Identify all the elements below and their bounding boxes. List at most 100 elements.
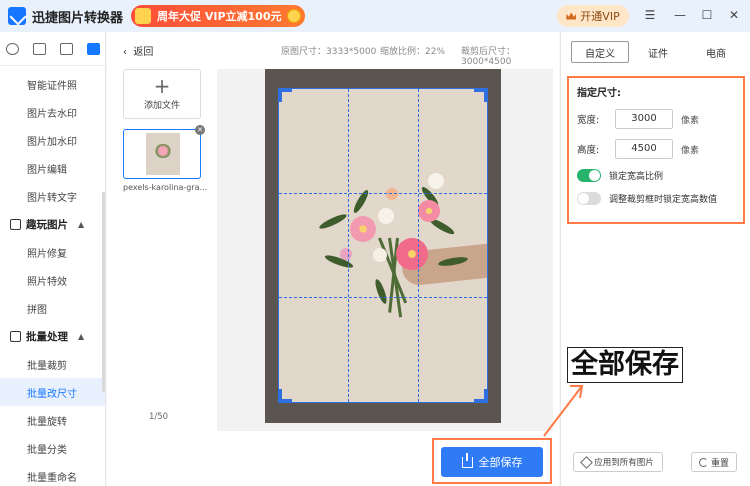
back-button[interactable]: ‹ 返回	[123, 43, 153, 58]
crown-icon	[566, 12, 577, 20]
sidebar-item-image-edit[interactable]: 图片编辑	[0, 154, 105, 182]
grid-line	[348, 89, 350, 402]
cube-icon	[580, 455, 594, 469]
app-logo-icon	[8, 7, 26, 25]
sidebar-item-add-watermark[interactable]: 图片加水印	[0, 126, 105, 154]
image-tab-icon[interactable]	[60, 42, 73, 55]
width-label: 宽度:	[577, 115, 600, 126]
tab-ecommerce[interactable]: 电商	[687, 41, 745, 63]
close-icon[interactable]: ✕	[727, 8, 741, 22]
scale-ratio: 缩放比例：22%	[380, 47, 446, 57]
crop-handle-bottom-right[interactable]	[474, 389, 488, 403]
save-all-highlight: 全部保存	[432, 438, 552, 484]
sidebar-section-batch[interactable]: 批量处理 ▲	[0, 322, 105, 350]
add-file-button[interactable]: + 添加文件	[123, 69, 201, 119]
info-bar: ‹ 返回 原图尺寸：3333*5000 缩放比例：22% 裁剪后尺寸：3000*…	[107, 32, 559, 67]
sidebar-item-collage[interactable]: 拼图	[0, 294, 105, 322]
sidebar-item-photo-effects[interactable]: 照片特效	[0, 266, 105, 294]
crop-handle-top-right[interactable]	[474, 88, 488, 102]
lock-ratio-label: 锁定宽高比例	[609, 172, 664, 182]
save-all-label: 全部保存	[478, 456, 523, 469]
sidebar-tabs	[0, 32, 105, 66]
page-indicator: 1/50	[149, 412, 169, 422]
vip-button-label: 开通VIP	[580, 10, 620, 23]
sidebar-item-image-to-text[interactable]: 图片转文字	[0, 182, 105, 210]
plus-icon: +	[153, 74, 171, 98]
coin-icon	[287, 9, 302, 23]
apply-to-all-button[interactable]: 应用到所有图片	[573, 452, 663, 472]
batch-icon	[10, 330, 21, 342]
sidebar-item-batch-rotate[interactable]: 批量旋转	[0, 406, 105, 434]
edit-tab-icon[interactable]	[33, 42, 46, 55]
lock-values-label: 调整裁剪框时锁定宽高数值	[609, 195, 718, 205]
sidebar-section-fun-label: 趣玩图片	[26, 218, 68, 231]
apply-to-all-label: 应用到所有图片	[594, 458, 654, 468]
title-bar: 迅捷图片转换器 周年大促 VIP立减100元 开通VIP ☰ — ☐ ✕	[0, 0, 750, 32]
height-label: 高度:	[577, 145, 600, 156]
preview-canvas	[217, 69, 553, 431]
sidebar-item-remove-watermark[interactable]: 图片去水印	[0, 98, 105, 126]
back-label: 返回	[133, 47, 154, 58]
lock-ratio-switch[interactable]	[577, 169, 601, 182]
sidebar-item-batch-crop[interactable]: 批量裁剪	[0, 350, 105, 378]
tab-custom[interactable]: 自定义	[571, 41, 629, 63]
convert-tab-icon[interactable]	[6, 42, 19, 55]
sidebar: 智能证件照 图片去水印 图片加水印 图片编辑 图片转文字 趣玩图片 ▲ 照片修复…	[0, 32, 106, 486]
annotation-arrow-icon	[543, 385, 584, 437]
height-input[interactable]: 4500	[615, 139, 673, 159]
grid-line	[279, 193, 487, 195]
crop-handle-bottom-left[interactable]	[278, 389, 292, 403]
download-icon	[461, 452, 473, 468]
promo-text: 周年大促 VIP立减100元	[157, 10, 282, 23]
sidebar-item-batch-classify[interactable]: 批量分类	[0, 434, 105, 462]
width-input[interactable]: 3000	[615, 109, 673, 129]
save-all-button[interactable]: 全部保存	[441, 447, 543, 477]
size-title: 指定尺寸:	[577, 88, 621, 99]
grid-line	[279, 297, 487, 299]
grid-line	[417, 89, 419, 402]
original-size: 原图尺寸：3333*5000	[281, 47, 377, 57]
reset-label: 重置	[710, 458, 729, 469]
height-row: 高度: 4500 像素	[577, 139, 735, 159]
height-unit: 像素	[681, 145, 700, 156]
reset-button[interactable]: 重置	[691, 452, 737, 472]
lock-values-switch[interactable]	[577, 192, 601, 205]
minimize-icon[interactable]: —	[673, 8, 687, 22]
main-area: ‹ 返回 原图尺寸：3333*5000 缩放比例：22% 裁剪后尺寸：3000*…	[107, 32, 559, 486]
sidebar-section-batch-label: 批量处理	[26, 330, 68, 343]
lock-values-row: 调整裁剪框时锁定宽高数值	[577, 192, 735, 205]
tools-tab-icon[interactable]	[87, 42, 100, 55]
tab-id[interactable]: 证件	[629, 41, 687, 63]
sidebar-item-id-photo[interactable]: 智能证件照	[0, 70, 105, 98]
add-file-label: 添加文件	[143, 101, 180, 111]
vip-button[interactable]: 开通VIP	[557, 5, 629, 27]
remove-file-icon[interactable]: ✕	[195, 125, 205, 135]
sidebar-item-photo-repair[interactable]: 照片修复	[0, 238, 105, 266]
cropped-size: 裁剪后尺寸：3000*4500	[461, 47, 516, 67]
gift-icon	[135, 8, 152, 24]
sidebar-scrollbar[interactable]	[102, 192, 105, 392]
lock-ratio-row: 锁定宽高比例	[577, 169, 735, 182]
width-unit: 像素	[681, 115, 700, 126]
thumbnail-bouquet	[154, 144, 172, 158]
menu-icon[interactable]: ☰	[643, 8, 657, 22]
maximize-icon[interactable]: ☐	[700, 8, 714, 22]
sidebar-section-fun[interactable]: 趣玩图片 ▲	[0, 210, 105, 238]
sidebar-item-batch-rename[interactable]: 批量重命名	[0, 462, 105, 486]
sidebar-item-batch-resize[interactable]: 批量改尺寸	[0, 378, 105, 406]
width-row: 宽度: 3000 像素	[577, 109, 735, 129]
switch-knob	[589, 170, 600, 181]
app-title: 迅捷图片转换器	[32, 10, 124, 26]
fun-image-icon	[10, 218, 21, 230]
size-settings-highlight: 指定尺寸: 宽度: 3000 像素 高度: 4500 像素 锁定宽高比例 调整裁…	[567, 76, 745, 224]
crop-box[interactable]	[278, 88, 488, 403]
file-list: + 添加文件 ✕ pexels-karolina-gra...	[123, 69, 208, 192]
chevron-up-icon: ▲	[78, 219, 85, 229]
file-name: pexels-karolina-gra...	[123, 183, 208, 192]
crop-handle-top-left[interactable]	[278, 88, 292, 102]
image-frame	[265, 69, 501, 423]
size-tabs: 自定义 证件 电商	[571, 41, 745, 63]
switch-knob	[578, 193, 589, 204]
promo-banner[interactable]: 周年大促 VIP立减100元	[131, 5, 306, 27]
file-thumbnail[interactable]: ✕	[123, 125, 205, 179]
